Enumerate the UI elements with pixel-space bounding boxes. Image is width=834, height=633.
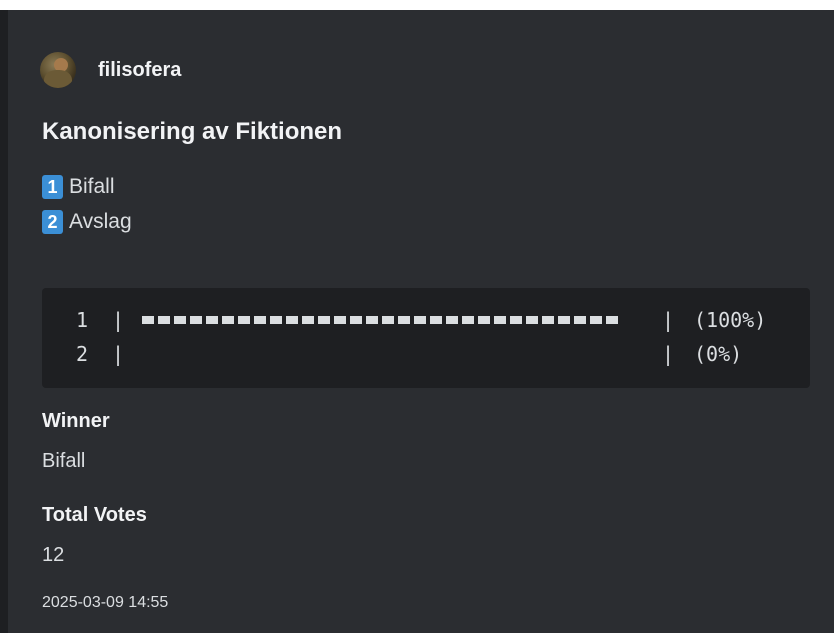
bar-segment [158, 316, 170, 324]
result-row-number: 1 [75, 308, 88, 332]
bar-segment [238, 316, 250, 324]
bar-segment [254, 316, 266, 324]
avatar[interactable] [40, 52, 76, 88]
bar-segment [430, 316, 442, 324]
result-row-separator: | [662, 342, 675, 366]
bar-segment [142, 316, 154, 324]
winner-label: Winner [42, 410, 110, 432]
total-votes-value: 12 [42, 544, 65, 566]
author-name[interactable]: filisofera [98, 59, 181, 82]
number-two-badge-icon: 2 [42, 210, 63, 234]
bar-segment [302, 316, 314, 324]
result-row-separator: | [112, 308, 125, 332]
poll-embed: filisofera Kanonisering av Fiktionen 1 B… [0, 10, 834, 633]
results-codeblock: 1 | | (100%) 2 | | (0%) [42, 288, 810, 388]
total-votes-label: Total Votes [42, 504, 147, 526]
result-bar [142, 316, 618, 324]
bar-segment [366, 316, 378, 324]
bar-segment [462, 316, 474, 324]
timestamp: 2025-03-09 14:55 [42, 594, 169, 611]
result-row: 2 | | (0%) [42, 340, 810, 368]
option-label: Bifall [69, 175, 115, 198]
bar-segment [286, 316, 298, 324]
bar-segment [174, 316, 186, 324]
embed-author: filisofera [40, 52, 181, 88]
bar-segment [542, 316, 554, 324]
result-percent: (0%) [694, 342, 743, 366]
bar-segment [590, 316, 602, 324]
bar-segment [270, 316, 282, 324]
bar-segment [350, 316, 362, 324]
bar-segment [494, 316, 506, 324]
bar-segment [222, 316, 234, 324]
bar-segment [526, 316, 538, 324]
bar-segment [414, 316, 426, 324]
bar-segment [446, 316, 458, 324]
bar-segment [398, 316, 410, 324]
bar-segment [510, 316, 522, 324]
result-row-number: 2 [75, 342, 88, 366]
bar-segment [478, 316, 490, 324]
bar-segment [574, 316, 586, 324]
result-percent: (100%) [694, 308, 767, 332]
bar-segment [206, 316, 218, 324]
winner-value: Bifall [42, 450, 86, 472]
number-one-badge-icon: 1 [42, 175, 63, 199]
result-row-separator: | [662, 308, 675, 332]
option-label: Avslag [69, 210, 132, 233]
bar-segment [382, 316, 394, 324]
embed-accent-bar [0, 10, 8, 633]
poll-option: 2 Avslag [42, 210, 132, 234]
poll-option: 1 Bifall [42, 175, 115, 199]
result-row: 1 | | (100%) [42, 306, 810, 334]
bar-segment [334, 316, 346, 324]
bar-segment [558, 316, 570, 324]
bar-segment [318, 316, 330, 324]
result-row-separator: | [112, 342, 125, 366]
bar-segment [190, 316, 202, 324]
poll-title: Kanonisering av Fiktionen [42, 118, 343, 145]
bar-segment [606, 316, 618, 324]
